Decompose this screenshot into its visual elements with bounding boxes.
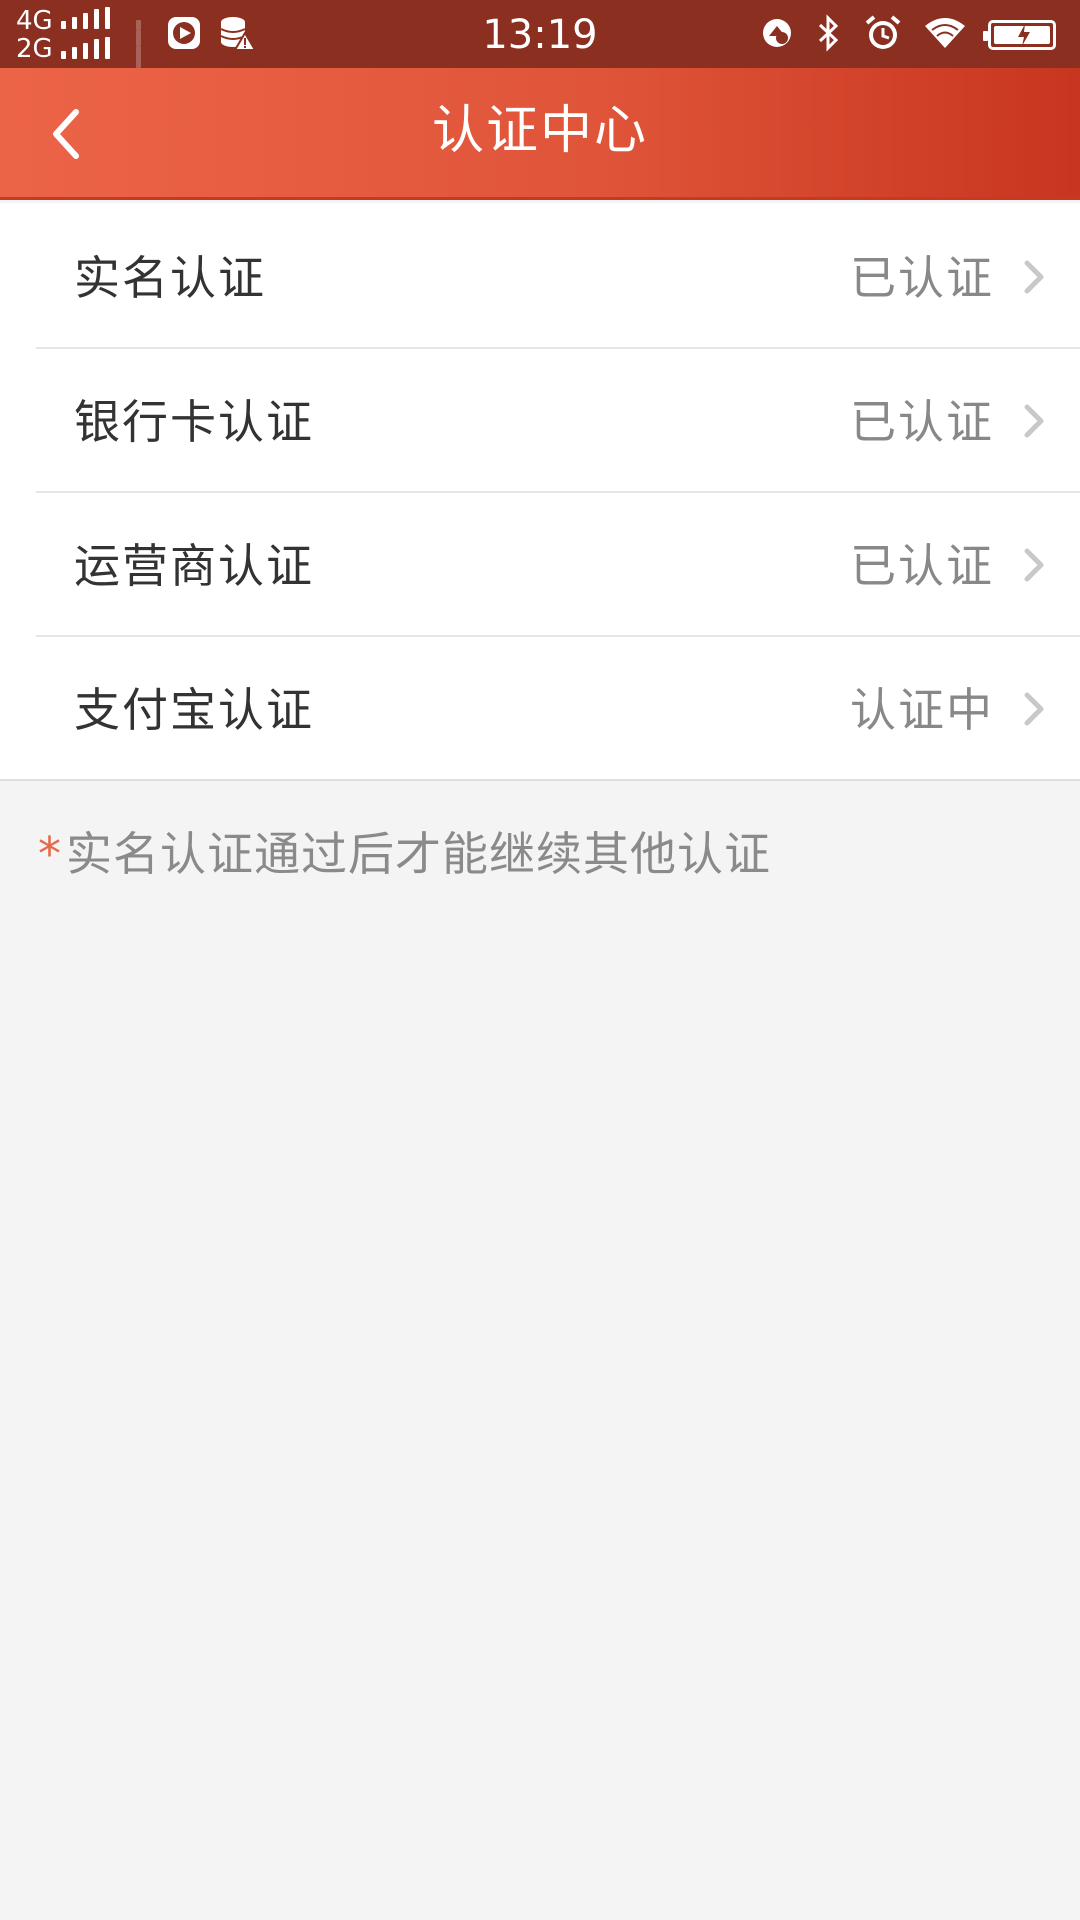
chevron-right-icon <box>1024 260 1044 294</box>
app-bar: 认证中心 <box>0 68 1080 200</box>
list-item-label: 运营商认证 <box>74 539 314 593</box>
list-item-label: 支付宝认证 <box>74 683 314 737</box>
rotation-lock-icon <box>760 16 794 54</box>
list-item-status: 已认证 <box>850 395 994 449</box>
note-marker: * <box>38 827 62 881</box>
list-item-bank-card-auth[interactable]: 银行卡认证 已认证 <box>0 347 1080 491</box>
list-item-carrier-auth[interactable]: 运营商认证 已认证 <box>0 491 1080 635</box>
page-title: 认证中心 <box>431 101 648 161</box>
list-item-status: 已认证 <box>850 539 994 593</box>
status-bar: 4G 2G 13:19 <box>0 0 1080 126</box>
chevron-right-icon <box>1024 404 1044 438</box>
chevron-right-icon <box>1024 548 1044 582</box>
auth-note: *实名认证通过后才能继续其他认证 <box>38 818 771 884</box>
list-item-label: 实名认证 <box>74 251 266 305</box>
wifi-icon <box>924 16 966 54</box>
note-text: 实名认证通过后才能继续其他认证 <box>66 827 771 881</box>
list-item-alipay-auth[interactable]: 支付宝认证 认证中 <box>0 635 1080 779</box>
bluetooth-icon <box>816 14 842 56</box>
list-item-real-name-auth[interactable]: 实名认证 已认证 <box>0 203 1080 347</box>
auth-list: 实名认证 已认证 银行卡认证 已认证 运营商认证 已认证 支付宝认证 认证中 <box>0 203 1080 781</box>
list-item-status: 已认证 <box>850 251 994 305</box>
list-item-status: 认证中 <box>850 683 994 737</box>
battery-charging-icon <box>983 20 1056 50</box>
list-item-label: 银行卡认证 <box>74 395 314 449</box>
list-divider <box>0 779 1080 781</box>
chevron-right-icon <box>1024 692 1044 726</box>
alarm-icon <box>864 14 902 56</box>
status-right <box>760 10 1056 60</box>
